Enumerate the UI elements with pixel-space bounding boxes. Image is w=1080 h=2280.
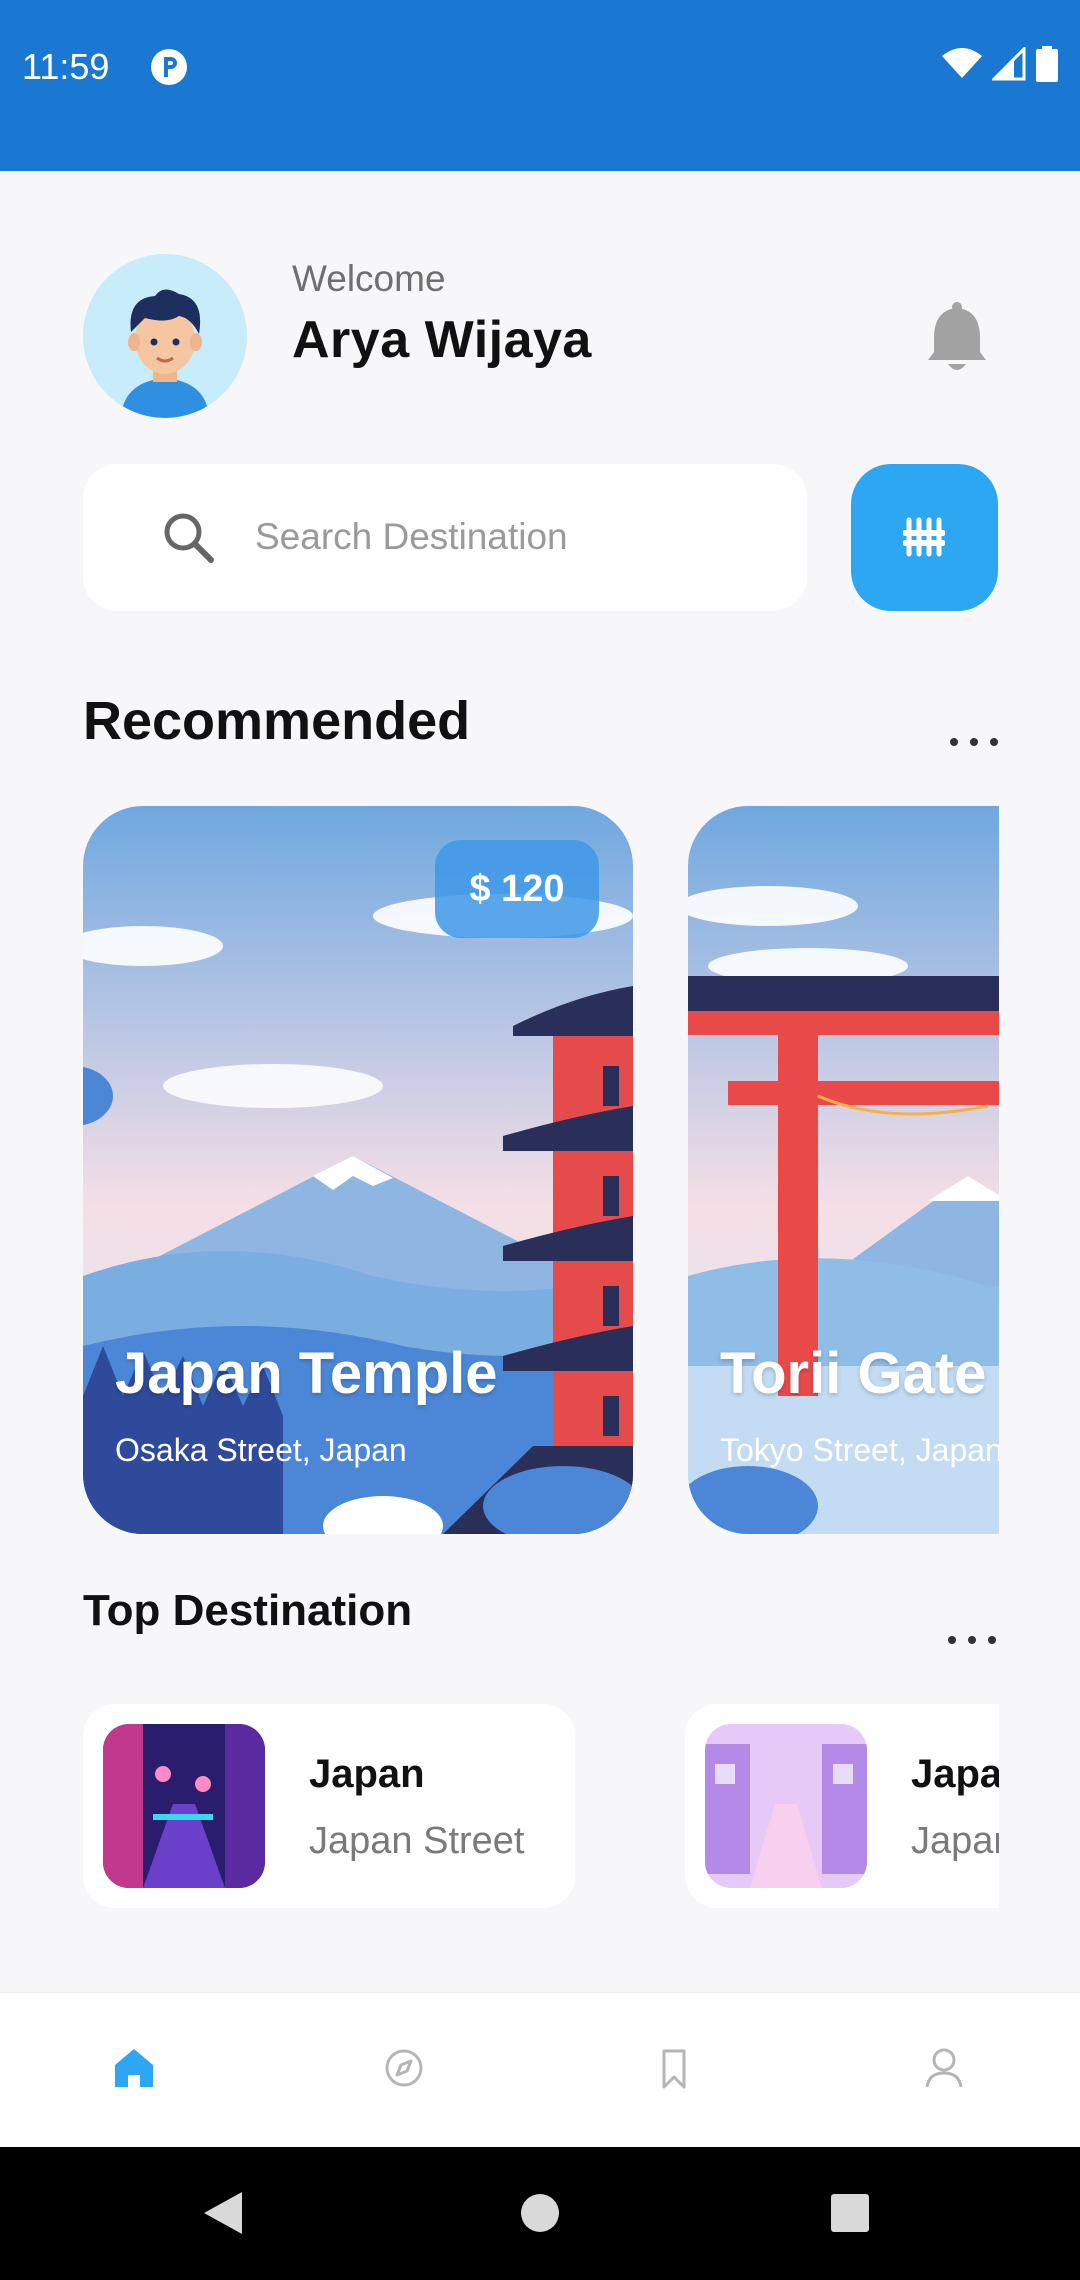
back-icon[interactable] xyxy=(202,2190,244,2236)
destination-thumbnail xyxy=(103,1724,265,1888)
recommended-carousel[interactable]: $ 120 Japan Temple Osaka Street, Japan T… xyxy=(83,806,999,1536)
search-bar[interactable]: Search Destination xyxy=(83,464,807,611)
profile-icon[interactable] xyxy=(919,2043,969,2093)
more-icon[interactable] xyxy=(944,1632,1000,1648)
home-icon[interactable] xyxy=(109,2043,159,2093)
bottom-nav xyxy=(0,1992,1080,2146)
bookmark-icon[interactable] xyxy=(649,2043,699,2093)
destination-card[interactable]: Japan Japan Street xyxy=(83,1704,575,1908)
destination-subtitle: Japan Street xyxy=(309,1820,525,1862)
recommended-card[interactable]: $ 120 Japan Temple Osaka Street, Japan xyxy=(83,806,633,1534)
search-icon xyxy=(164,513,214,563)
destination-subtitle: Japan Street xyxy=(911,1820,999,1862)
filter-button[interactable] xyxy=(851,464,998,611)
status-bar: 11:59 xyxy=(0,0,1080,171)
battery-icon xyxy=(1036,46,1058,82)
signal-icon xyxy=(992,47,1026,81)
bell-icon[interactable] xyxy=(926,302,988,374)
search-placeholder: Search Destination xyxy=(255,516,568,557)
filter-icon xyxy=(903,517,945,557)
destination-name: Japan xyxy=(309,1752,425,1796)
top-destination-title: Top Destination xyxy=(83,1586,413,1635)
home-button-icon[interactable] xyxy=(519,2192,561,2234)
welcome-label: Welcome xyxy=(292,258,446,299)
avatar[interactable] xyxy=(83,254,247,418)
card-title: Japan Temple xyxy=(115,1341,498,1406)
wifi-icon xyxy=(942,48,982,78)
card-location: Osaka Street, Japan xyxy=(115,1432,407,1468)
recents-icon[interactable] xyxy=(829,2192,871,2234)
destination-card[interactable]: Japan Japan Street xyxy=(685,1704,999,1908)
recommended-title: Recommended xyxy=(83,691,471,751)
avatar-illustration xyxy=(83,254,247,418)
notification-app-icon xyxy=(151,49,187,85)
system-icons xyxy=(942,46,1058,82)
destination-name: Japan xyxy=(911,1752,999,1796)
top-destination-list[interactable]: Japan Japan Street Japan Japan Street xyxy=(83,1704,999,1908)
recommended-card[interactable]: Torii Gate Tokyo Street, Japan xyxy=(688,806,999,1534)
price-badge: $ 120 xyxy=(435,840,599,938)
more-icon[interactable] xyxy=(946,734,1002,750)
status-time: 11:59 xyxy=(22,46,110,87)
explore-icon[interactable] xyxy=(379,2043,429,2093)
destination-thumbnail xyxy=(705,1724,867,1888)
card-title: Torii Gate xyxy=(720,1341,987,1406)
system-nav-bar xyxy=(0,2147,1080,2280)
card-location: Tokyo Street, Japan xyxy=(720,1432,999,1468)
torii-gate-illustration xyxy=(688,806,999,1534)
user-name: Arya Wijaya xyxy=(292,311,592,369)
